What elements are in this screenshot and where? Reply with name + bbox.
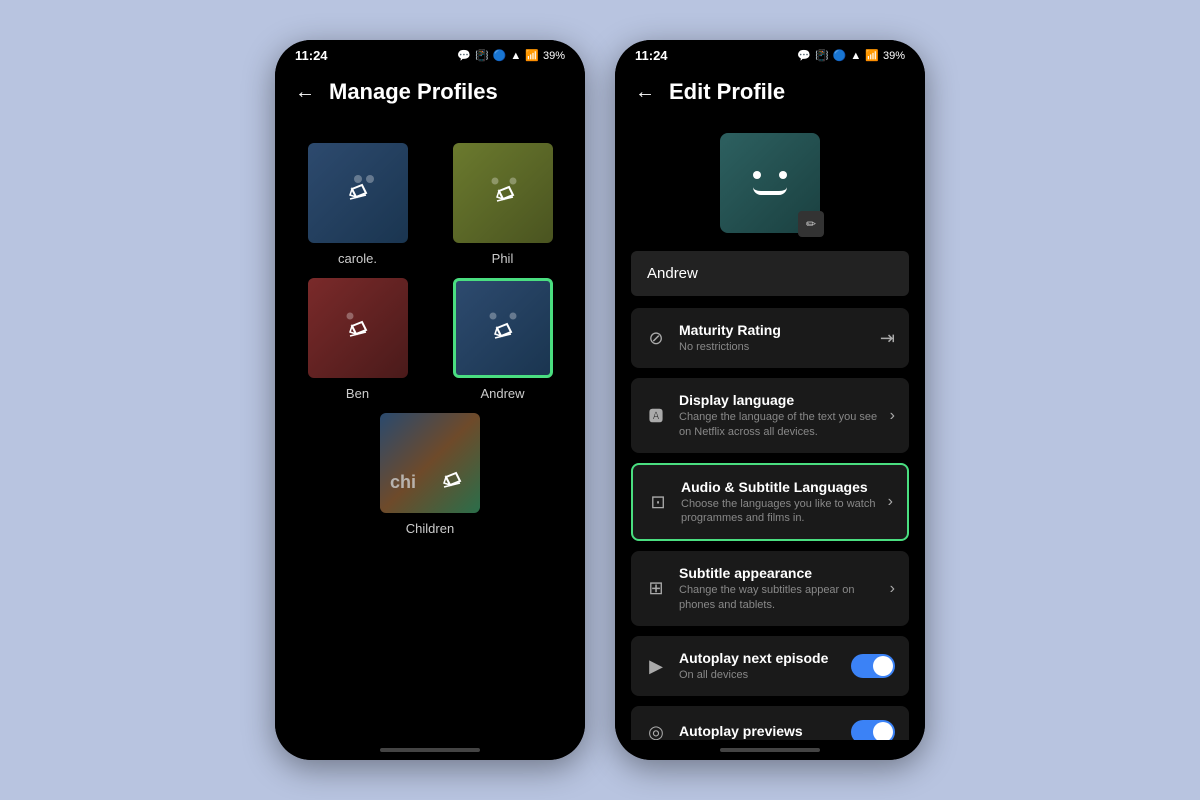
left-home-indicator bbox=[275, 740, 585, 760]
display-language-subtitle: Change the language of the text you see … bbox=[679, 410, 878, 439]
pencil-icon-children bbox=[424, 457, 472, 505]
autoplay-previews-content: Autoplay previews bbox=[679, 723, 839, 740]
vibrate-icon: 📳 bbox=[475, 49, 489, 62]
profile-name-andrew: Andrew bbox=[480, 386, 524, 401]
children-text-overlay: chi bbox=[390, 472, 416, 493]
subtitle-appearance-chevron: › bbox=[890, 580, 895, 598]
right-page-title: Edit Profile bbox=[669, 79, 785, 105]
settings-item-display-language[interactable]: 🅰 Display language Change the language o… bbox=[631, 378, 909, 453]
edit-profile-content: ✏ ⊘ Maturity Rating No restrictions ⇥ 🅰 … bbox=[615, 117, 925, 740]
bluetooth-icon: 🔵 bbox=[493, 49, 507, 62]
right-home-bar bbox=[720, 748, 820, 752]
settings-item-subtitle-appearance[interactable]: ⊞ Subtitle appearance Change the way sub… bbox=[631, 551, 909, 626]
profile-name-children: Children bbox=[406, 521, 454, 536]
audio-subtitle-icon: ⊡ bbox=[647, 492, 669, 513]
display-language-chevron: › bbox=[890, 407, 895, 425]
smiley-eye-right bbox=[779, 171, 787, 179]
autoplay-next-content: Autoplay next episode On all devices bbox=[679, 650, 839, 682]
profile-name-phil: Phil bbox=[492, 251, 514, 266]
maturity-subtitle: No restrictions bbox=[679, 340, 868, 354]
right-status-time: 11:24 bbox=[635, 48, 668, 63]
pencil-icon-phil bbox=[479, 169, 527, 217]
maturity-title: Maturity Rating bbox=[679, 322, 868, 338]
profiles-grid: carole. Phil bbox=[291, 143, 569, 401]
right-status-bar: 11:24 💬 📳 🔵 ▲ 📶 39% bbox=[615, 40, 925, 67]
subtitle-appearance-icon: ⊞ bbox=[645, 578, 667, 599]
smiley-eyes bbox=[753, 171, 787, 179]
language-icon: 🅰 bbox=[645, 406, 667, 426]
subtitle-appearance-title: Subtitle appearance bbox=[679, 565, 878, 581]
left-phone: 11:24 💬 📳 🔵 ▲ 📶 39% ← Manage Profiles bbox=[275, 40, 585, 760]
pencil-small-icon: ✏ bbox=[806, 217, 816, 231]
profile-avatar-carole[interactable] bbox=[308, 143, 408, 243]
right-signal-icon: 📶 bbox=[865, 49, 879, 62]
pencil-icon-ben bbox=[334, 304, 382, 352]
battery-text: 39% bbox=[543, 50, 565, 62]
autoplay-next-toggle[interactable] bbox=[851, 654, 895, 678]
autoplay-next-subtitle: On all devices bbox=[679, 668, 839, 682]
wifi-icon: ▲ bbox=[510, 50, 521, 62]
right-back-button[interactable]: ← bbox=[635, 81, 655, 104]
autoplay-previews-icon: ◎ bbox=[645, 722, 667, 740]
autoplay-previews-toggle[interactable] bbox=[851, 720, 895, 740]
display-language-content: Display language Change the language of … bbox=[679, 392, 878, 439]
display-language-title: Display language bbox=[679, 392, 878, 408]
audio-subtitle-content: Audio & Subtitle Languages Choose the la… bbox=[681, 479, 876, 526]
subtitle-appearance-subtitle: Change the way subtitles appear on phone… bbox=[679, 583, 878, 612]
left-header: ← Manage Profiles bbox=[275, 67, 585, 117]
profile-name-carole: carole. bbox=[338, 251, 377, 266]
profile-item-ben[interactable]: Ben bbox=[291, 278, 424, 401]
autoplay-previews-title: Autoplay previews bbox=[679, 723, 839, 739]
profile-name-ben: Ben bbox=[346, 386, 369, 401]
smiley-mouth bbox=[753, 187, 787, 195]
left-page-title: Manage Profiles bbox=[329, 79, 498, 105]
settings-item-maturity[interactable]: ⊘ Maturity Rating No restrictions ⇥ bbox=[631, 308, 909, 368]
pencil-icon-andrew bbox=[477, 302, 529, 354]
maturity-icon: ⊘ bbox=[645, 328, 667, 349]
profile-item-carole[interactable]: carole. bbox=[291, 143, 424, 266]
pencil-icon-carole bbox=[334, 169, 382, 217]
audio-subtitle-subtitle: Choose the languages you like to watch p… bbox=[681, 497, 876, 526]
settings-item-autoplay-next[interactable]: ▶ Autoplay next episode On all devices bbox=[631, 636, 909, 696]
profile-item-andrew[interactable]: Andrew bbox=[436, 278, 569, 401]
maturity-action-icon: ⇥ bbox=[880, 328, 895, 349]
right-phone: 11:24 💬 📳 🔵 ▲ 📶 39% ← Edit Profile bbox=[615, 40, 925, 760]
profile-name-input[interactable] bbox=[631, 251, 909, 296]
right-vibrate-icon: 📳 bbox=[815, 49, 829, 62]
left-status-bar: 11:24 💬 📳 🔵 ▲ 📶 39% bbox=[275, 40, 585, 67]
profile-avatar-ben[interactable] bbox=[308, 278, 408, 378]
settings-item-autoplay-previews[interactable]: ◎ Autoplay previews bbox=[631, 706, 909, 740]
autoplay-next-title: Autoplay next episode bbox=[679, 650, 839, 666]
maturity-content: Maturity Rating No restrictions bbox=[679, 322, 868, 354]
avatar-section: ✏ bbox=[631, 133, 909, 233]
profile-avatar-andrew[interactable] bbox=[453, 278, 553, 378]
smiley-face bbox=[753, 171, 787, 195]
profile-avatar-children[interactable]: chi bbox=[380, 413, 480, 513]
profile-item-children[interactable]: chi Children bbox=[380, 413, 480, 536]
profile-avatar-phil[interactable] bbox=[453, 143, 553, 243]
edit-avatar-container[interactable]: ✏ bbox=[720, 133, 820, 233]
right-home-indicator bbox=[615, 740, 925, 760]
profiles-content: carole. Phil bbox=[275, 117, 585, 740]
left-home-bar bbox=[380, 748, 480, 752]
right-bluetooth-icon: 🔵 bbox=[833, 49, 847, 62]
audio-subtitle-title: Audio & Subtitle Languages bbox=[681, 479, 876, 495]
left-status-time: 11:24 bbox=[295, 48, 328, 63]
settings-item-audio-subtitle[interactable]: ⊡ Audio & Subtitle Languages Choose the … bbox=[631, 463, 909, 542]
right-battery-text: 39% bbox=[883, 50, 905, 62]
signal-icon: 📶 bbox=[525, 49, 539, 62]
right-whatsapp-icon: 💬 bbox=[797, 49, 811, 62]
right-wifi-icon: ▲ bbox=[850, 50, 861, 62]
edit-avatar-button[interactable]: ✏ bbox=[798, 211, 824, 237]
audio-subtitle-chevron: › bbox=[888, 493, 893, 511]
autoplay-next-icon: ▶ bbox=[645, 656, 667, 677]
subtitle-appearance-content: Subtitle appearance Change the way subti… bbox=[679, 565, 878, 612]
right-header: ← Edit Profile bbox=[615, 67, 925, 117]
left-back-button[interactable]: ← bbox=[295, 81, 315, 104]
right-status-icons: 💬 📳 🔵 ▲ 📶 39% bbox=[797, 49, 905, 62]
profile-item-phil[interactable]: Phil bbox=[436, 143, 569, 266]
whatsapp-icon: 💬 bbox=[457, 49, 471, 62]
left-status-icons: 💬 📳 🔵 ▲ 📶 39% bbox=[457, 49, 565, 62]
smiley-eye-left bbox=[753, 171, 761, 179]
